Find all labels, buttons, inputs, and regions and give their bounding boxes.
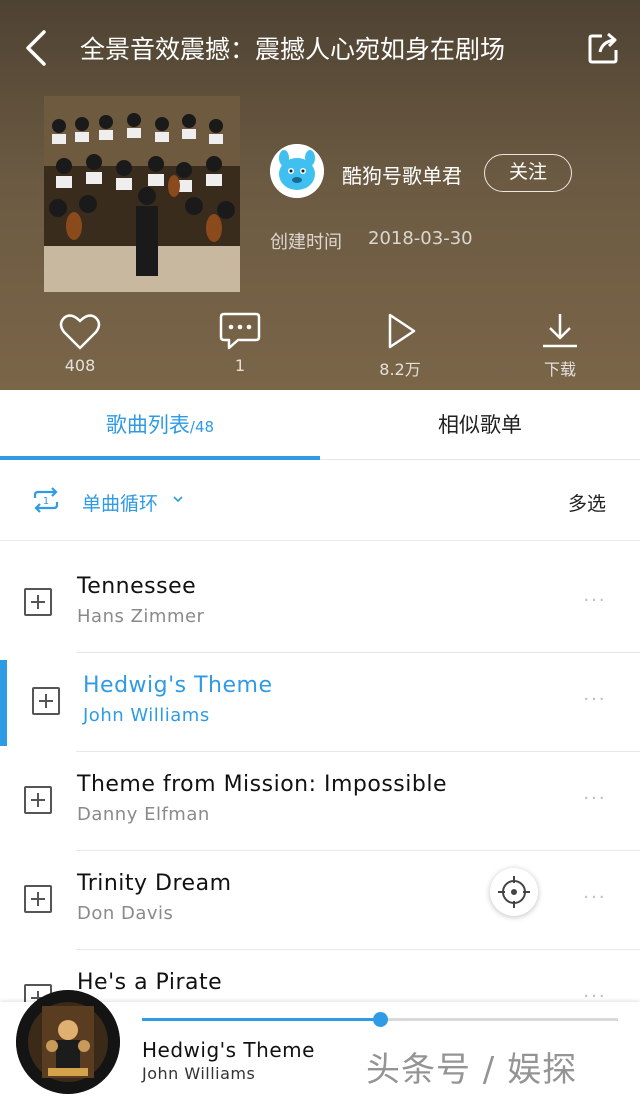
- song-title: Theme from Mission: Impossible: [77, 772, 447, 797]
- multi-select-button[interactable]: 多选: [568, 489, 606, 516]
- comment-count: 1: [234, 356, 246, 375]
- like-count: 408: [64, 356, 96, 375]
- tab-song-list[interactable]: 歌曲列表/48: [0, 390, 320, 460]
- mini-player[interactable]: Hedwig's Theme John Williams 头条号 / 娱探: [0, 990, 640, 1100]
- play-count: 8.2万: [379, 360, 421, 379]
- back-icon[interactable]: [18, 28, 58, 68]
- comment-button[interactable]: 1: [190, 310, 290, 375]
- song-artist: John Williams: [83, 705, 210, 726]
- play-all-button[interactable]: 8.2万: [350, 310, 450, 380]
- crosshair-icon: [498, 876, 530, 908]
- progress-knob[interactable]: [373, 1012, 388, 1027]
- song-title: Hedwig's Theme: [83, 673, 273, 698]
- created-label: 创建时间: [270, 232, 342, 253]
- add-icon[interactable]: [24, 786, 52, 814]
- progress-fill: [142, 1018, 380, 1021]
- chevron-down-icon[interactable]: [170, 491, 186, 507]
- tab-bar: 歌曲列表/48 相似歌单: [0, 390, 640, 460]
- song-title: He's a Pirate: [77, 970, 223, 995]
- song-row[interactable]: Tennessee Hans Zimmer ···: [0, 554, 640, 653]
- play-mode-bar: 1 单曲循环 多选: [0, 461, 640, 541]
- now-playing-artist: John Williams: [142, 1064, 256, 1083]
- song-count: /48: [189, 418, 215, 436]
- playlist-title: 全景音效震撼：震撼人心宛如身在剧场: [80, 35, 506, 64]
- more-icon[interactable]: ···: [578, 887, 612, 908]
- song-row-playing[interactable]: Hedwig's Theme John Williams ···: [0, 653, 640, 752]
- more-icon[interactable]: ···: [578, 590, 612, 611]
- add-icon[interactable]: [32, 687, 60, 715]
- more-icon[interactable]: ···: [578, 788, 612, 809]
- song-artist: Hans Zimmer: [77, 606, 205, 627]
- locate-current-song-button[interactable]: [490, 868, 538, 916]
- comment-icon: [219, 312, 261, 350]
- avatar[interactable]: [270, 144, 324, 198]
- now-playing-title: Hedwig's Theme: [142, 1038, 315, 1062]
- add-icon[interactable]: [24, 588, 52, 616]
- song-title: Trinity Dream: [77, 871, 232, 896]
- creator-name[interactable]: 酷狗号歌单君: [342, 160, 462, 189]
- play-icon: [388, 313, 416, 349]
- playlist-cover[interactable]: i: [44, 96, 240, 292]
- now-playing-indicator: [0, 660, 7, 746]
- follow-button[interactable]: 关注: [484, 154, 572, 192]
- play-mode-label[interactable]: 单曲循环: [82, 489, 158, 516]
- download-label: 下载: [543, 360, 576, 379]
- tab-indicator: [0, 456, 320, 460]
- song-artist: Danny Elfman: [77, 804, 210, 825]
- repeat-one-icon[interactable]: 1: [30, 485, 62, 515]
- created-date: 2018-03-30: [368, 228, 473, 249]
- watermark: 头条号 / 娱探: [366, 1050, 578, 1090]
- tab-similar-playlists[interactable]: 相似歌单: [320, 390, 640, 460]
- svg-text:1: 1: [43, 496, 49, 507]
- song-artist: Don Davis: [77, 903, 174, 924]
- add-icon[interactable]: [24, 885, 52, 913]
- like-button[interactable]: 408: [30, 310, 130, 375]
- now-playing-cover[interactable]: [16, 990, 120, 1094]
- tab-song-list-label: 歌曲列表: [105, 413, 190, 437]
- share-icon[interactable]: [584, 28, 624, 68]
- download-icon: [543, 314, 577, 348]
- playlist-header: 全景音效震撼：震撼人心宛如身在剧场 酷狗号歌单君 关注 创建时间 2018-03…: [0, 0, 640, 390]
- download-button[interactable]: 下载: [510, 310, 610, 380]
- song-title: Tennessee: [77, 574, 197, 599]
- song-row[interactable]: Trinity Dream Don Davis ···: [0, 851, 640, 950]
- heart-icon: [59, 314, 101, 350]
- progress-slider[interactable]: [142, 1012, 618, 1027]
- more-icon[interactable]: ···: [578, 689, 612, 710]
- song-row[interactable]: Theme from Mission: Impossible Danny Elf…: [0, 752, 640, 851]
